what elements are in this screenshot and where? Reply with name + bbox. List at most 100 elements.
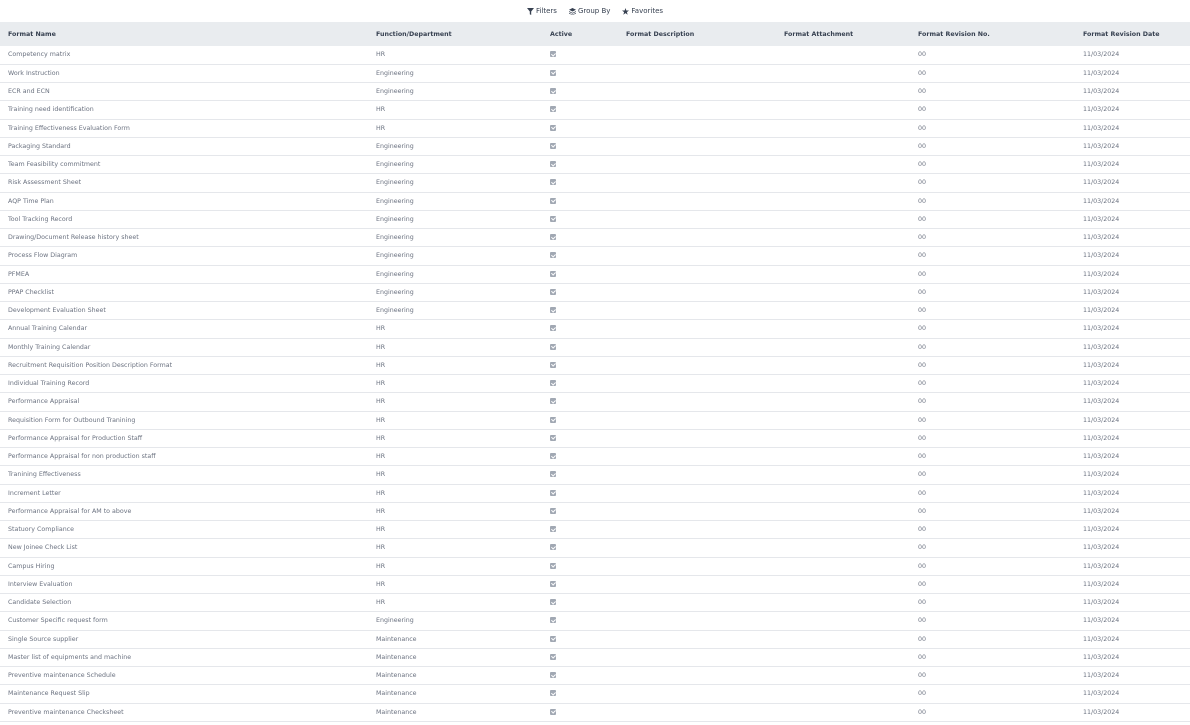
table-row[interactable]: Performance Appraisal for non production… — [0, 448, 1190, 466]
table-row[interactable]: PFMEA Engineering 00 11/03/2024 — [0, 265, 1190, 284]
table-row[interactable]: Competency matrix HR 00 11/03/2024 — [0, 46, 1190, 65]
column-header-function-department[interactable]: Function/Department — [368, 22, 542, 46]
active-checkbox[interactable] — [550, 124, 556, 131]
active-cell — [542, 411, 618, 429]
column-header-format-revision-date[interactable]: Format Revision Date — [1075, 22, 1190, 46]
table-row[interactable]: Training need identification HR 00 11/03/20… — [0, 101, 1190, 119]
active-cell — [542, 83, 618, 101]
active-checkbox[interactable] — [550, 106, 556, 113]
active-checkbox[interactable] — [550, 234, 556, 241]
revision-no-cell: 00 — [918, 380, 927, 388]
active-checkbox[interactable] — [550, 599, 556, 606]
active-checkbox[interactable] — [550, 471, 556, 478]
active-checkbox[interactable] — [550, 507, 556, 514]
active-checkbox[interactable] — [550, 672, 556, 679]
active-checkbox[interactable] — [550, 325, 556, 332]
group-by-button[interactable]: Group By — [568, 7, 610, 15]
column-header-format-revision-no[interactable]: Format Revision No. — [910, 22, 1075, 46]
revision-date-cell: 11/03/2024 — [1083, 708, 1120, 716]
active-checkbox[interactable] — [550, 653, 556, 660]
table-row[interactable]: Master list of equipments and machine Mai… — [0, 648, 1190, 667]
table-row[interactable]: Process Flow Diagram Engineering 00 11/03/2… — [0, 247, 1190, 265]
column-header-format-attachment[interactable]: Format Attachment — [776, 22, 910, 46]
description-cell — [618, 247, 776, 265]
active-checkbox[interactable] — [550, 580, 556, 587]
active-checkbox[interactable] — [550, 69, 556, 76]
format-name-cell: Development Evaluation Sheet — [8, 307, 106, 315]
table-row[interactable]: Customer Specific request form Engineerin… — [0, 612, 1190, 630]
table-row[interactable]: Performance Appraisal for Production Sta… — [0, 429, 1190, 448]
active-checkbox[interactable] — [550, 544, 556, 551]
active-checkbox[interactable] — [550, 51, 556, 58]
table-row[interactable]: New Joinee Check List HR 00 11/03/2024 — [0, 539, 1190, 557]
active-checkbox[interactable] — [550, 197, 556, 204]
active-checkbox[interactable] — [550, 307, 556, 314]
department-cell: HR — [376, 526, 386, 534]
active-cell — [542, 210, 618, 228]
table-row[interactable]: Team Feasibility commitment Engineering 00… — [0, 156, 1190, 174]
active-checkbox[interactable] — [550, 453, 556, 460]
table-row[interactable]: Individual Training Record HR 00 11/03/2024 — [0, 375, 1190, 393]
column-header-format-description[interactable]: Format Description — [618, 22, 776, 46]
active-checkbox[interactable] — [550, 288, 556, 295]
table-row[interactable]: Recruitment Requisition Position Descrip… — [0, 356, 1190, 375]
active-checkbox[interactable] — [550, 88, 556, 95]
table-row[interactable]: Packaging Standard Engineering 00 11/03/202… — [0, 137, 1190, 156]
table-row[interactable]: Campus Hiring HR 00 11/03/2024 — [0, 557, 1190, 576]
table-row[interactable]: Preventive maintenance Schedule Maintenan… — [0, 667, 1190, 685]
filters-button[interactable]: Filters — [526, 7, 557, 15]
attachment-cell — [776, 46, 910, 64]
table-row[interactable]: Preventive maintenance Checksheet Mainten… — [0, 703, 1190, 722]
active-checkbox[interactable] — [550, 270, 556, 277]
active-checkbox[interactable] — [550, 161, 556, 168]
table-row[interactable]: Performance Appraisal for AM to above HR 0… — [0, 502, 1190, 521]
table-row[interactable]: Interview Evaluation HR 00 11/03/2024 — [0, 575, 1190, 594]
active-checkbox[interactable] — [550, 343, 556, 350]
table-row[interactable]: AQP Time Plan Engineering 00 11/03/2024 — [0, 192, 1190, 211]
table-row[interactable]: Increment Letter HR 00 11/03/2024 — [0, 484, 1190, 503]
table-row[interactable]: ECR and ECN Engineering 00 11/03/2024 — [0, 83, 1190, 101]
department-cell: HR — [376, 489, 386, 497]
table-row[interactable]: Risk Assessment Sheet Engineering 00 11/03/… — [0, 174, 1190, 192]
table-row[interactable]: Requisition Form for Outbound Tranining H… — [0, 411, 1190, 430]
active-checkbox[interactable] — [550, 380, 556, 387]
department-cell: Engineering — [376, 307, 414, 315]
active-checkbox[interactable] — [550, 635, 556, 642]
active-checkbox[interactable] — [550, 617, 556, 624]
table-row[interactable]: Training Effectiveness Evaluation Form HR… — [0, 119, 1190, 138]
column-header-active[interactable]: Active — [542, 22, 618, 46]
column-header-format-name[interactable]: Format Name — [0, 22, 368, 46]
active-checkbox[interactable] — [550, 489, 556, 496]
table-row[interactable]: Tool Tracking Record Engineering 00 11/03/2… — [0, 210, 1190, 229]
active-checkbox[interactable] — [550, 416, 556, 423]
active-checkbox[interactable] — [550, 562, 556, 569]
format-name-cell: ECR and ECN — [8, 88, 50, 96]
active-checkbox[interactable] — [550, 252, 556, 259]
active-cell — [542, 101, 618, 119]
table-row[interactable]: PPAP Checklist Engineering 00 11/03/2024 — [0, 283, 1190, 302]
favorites-button[interactable]: Favorites — [622, 7, 663, 15]
active-checkbox[interactable] — [550, 690, 556, 697]
active-checkbox[interactable] — [550, 179, 556, 186]
table-row[interactable]: Tranining Effectiveness HR 00 11/03/2024 — [0, 466, 1190, 484]
revision-no-cell: 00 — [918, 307, 927, 315]
table-row[interactable]: Performance Appraisal HR 00 11/03/2024 — [0, 393, 1190, 411]
active-checkbox[interactable] — [550, 434, 556, 441]
active-checkbox[interactable] — [550, 142, 556, 149]
table-row[interactable]: Statuory Compliance HR 00 11/03/2024 — [0, 521, 1190, 539]
table-row[interactable]: Work Instruction Engineering 00 11/03/2024 — [0, 64, 1190, 83]
table-row[interactable]: Drawing/Document Release history sheet En… — [0, 229, 1190, 247]
description-cell — [618, 466, 776, 484]
active-checkbox[interactable] — [550, 361, 556, 368]
active-checkbox[interactable] — [550, 398, 556, 405]
active-checkbox[interactable] — [550, 526, 556, 533]
active-checkbox[interactable] — [550, 708, 556, 715]
table-row[interactable]: Development Evaluation Sheet Engineering 0… — [0, 302, 1190, 320]
department-cell: Engineering — [376, 234, 414, 242]
table-row[interactable]: Monthly Training Calendar HR 00 11/03/2024 — [0, 338, 1190, 357]
table-row[interactable]: Maintenance Request Slip Maintenance 00 11/… — [0, 685, 1190, 703]
table-row[interactable]: Single Source supplier Maintenance 00 11/03… — [0, 630, 1190, 649]
table-row[interactable]: Annual Training Calendar HR 00 11/03/2024 — [0, 320, 1190, 338]
table-row[interactable]: Candidate Selection HR 00 11/03/2024 — [0, 594, 1190, 612]
active-checkbox[interactable] — [550, 215, 556, 222]
